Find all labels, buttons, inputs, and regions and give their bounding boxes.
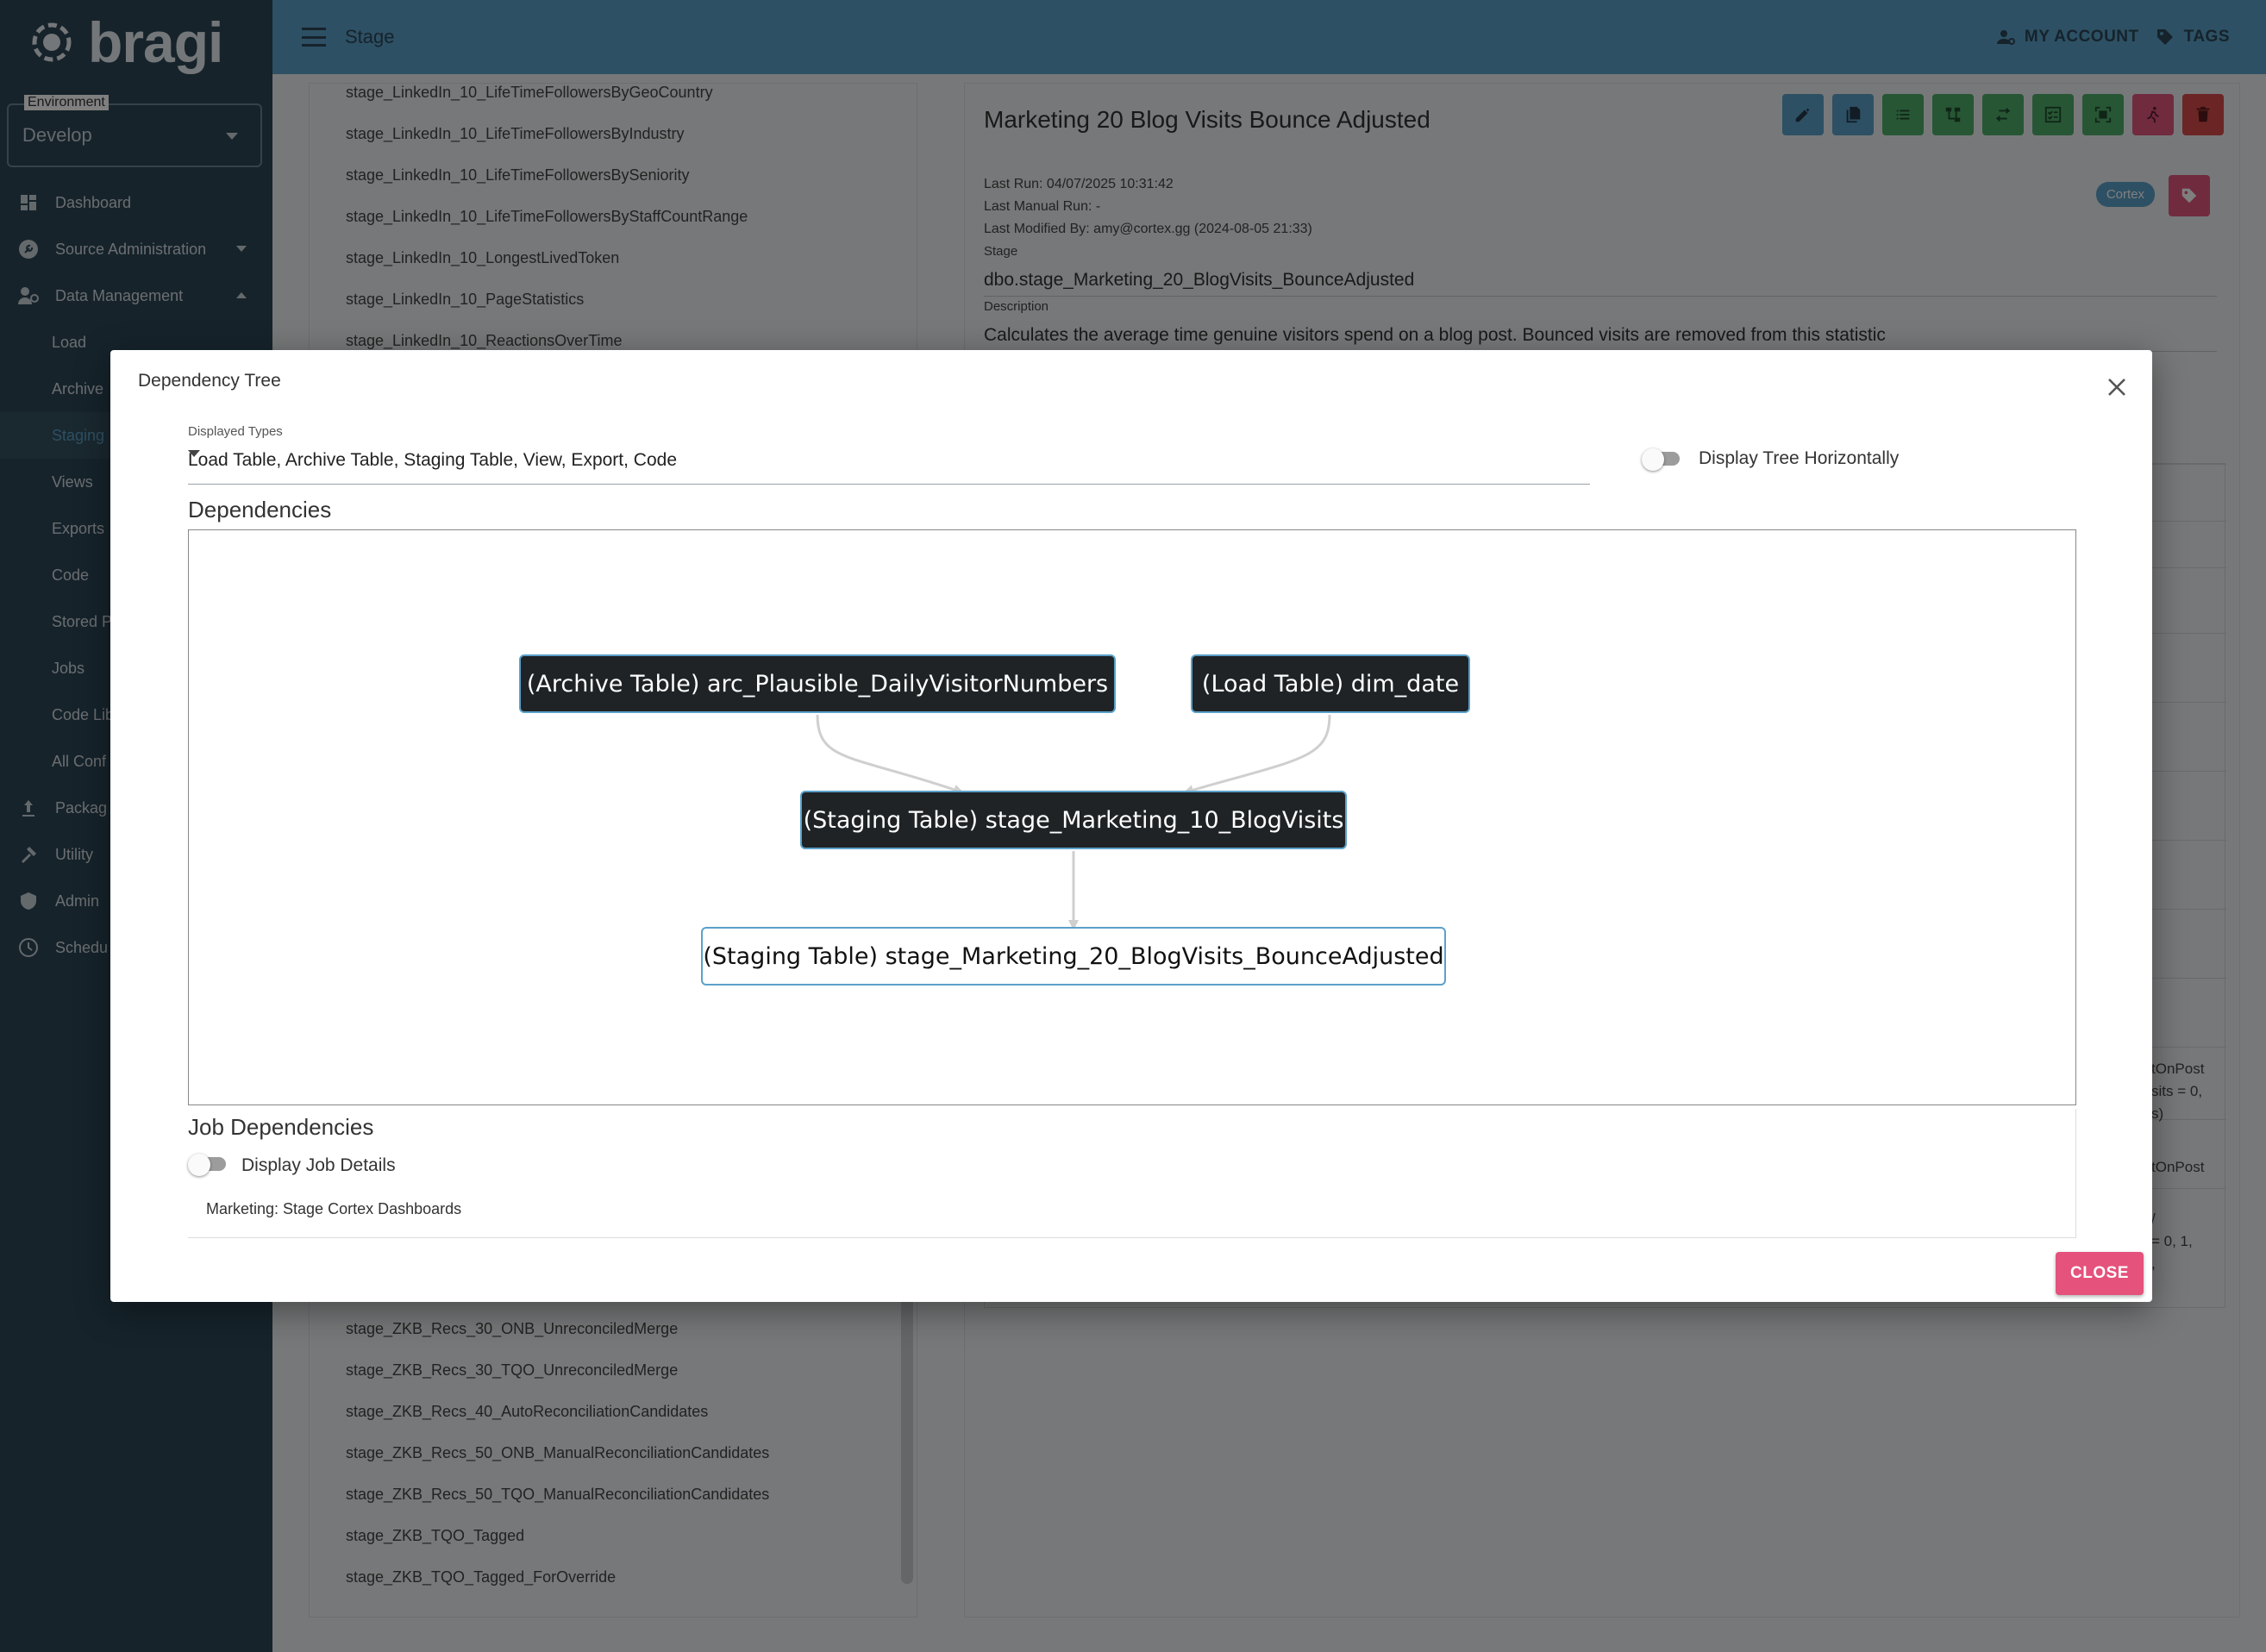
- display-tree-horizontally-toggle[interactable]: [1642, 448, 1680, 471]
- displayed-types-value: Load Table, Archive Table, Staging Table…: [188, 450, 677, 470]
- display-job-details-label: Display Job Details: [241, 1155, 396, 1175]
- display-tree-horizontally-label: Display Tree Horizontally: [1699, 448, 1900, 468]
- job-item[interactable]: Marketing: Stage Cortex Dashboards: [206, 1200, 461, 1218]
- display-job-details-toggle[interactable]: [188, 1154, 226, 1176]
- job-dependencies-panel: [188, 1109, 2076, 1238]
- graph-node-load-table[interactable]: (Load Table) dim_date: [1191, 654, 1470, 713]
- close-button[interactable]: CLOSE: [2056, 1252, 2144, 1295]
- graph-node-archive-table[interactable]: (Archive Table) arc_Plausible_DailyVisit…: [519, 654, 1116, 713]
- graph-edge: [816, 714, 964, 795]
- dependency-tree-dialog: Dependency Tree Displayed Types Load Tab…: [110, 350, 2152, 1302]
- chevron-down-icon: [188, 450, 200, 457]
- graph-edge: [1183, 714, 1331, 795]
- close-icon[interactable]: [2106, 376, 2128, 398]
- graph-node-current-staging-table[interactable]: (Staging Table) stage_Marketing_20_BlogV…: [701, 927, 1446, 986]
- dependency-graph[interactable]: (Archive Table) arc_Plausible_DailyVisit…: [188, 529, 2076, 1105]
- dialog-title: Dependency Tree: [138, 371, 281, 391]
- dependencies-title: Dependencies: [188, 497, 332, 523]
- displayed-types-label: Displayed Types: [188, 424, 283, 439]
- graph-node-staging-table[interactable]: (Staging Table) stage_Marketing_10_BlogV…: [800, 791, 1347, 849]
- displayed-types-select[interactable]: Load Table, Archive Table, Staging Table…: [188, 445, 1590, 485]
